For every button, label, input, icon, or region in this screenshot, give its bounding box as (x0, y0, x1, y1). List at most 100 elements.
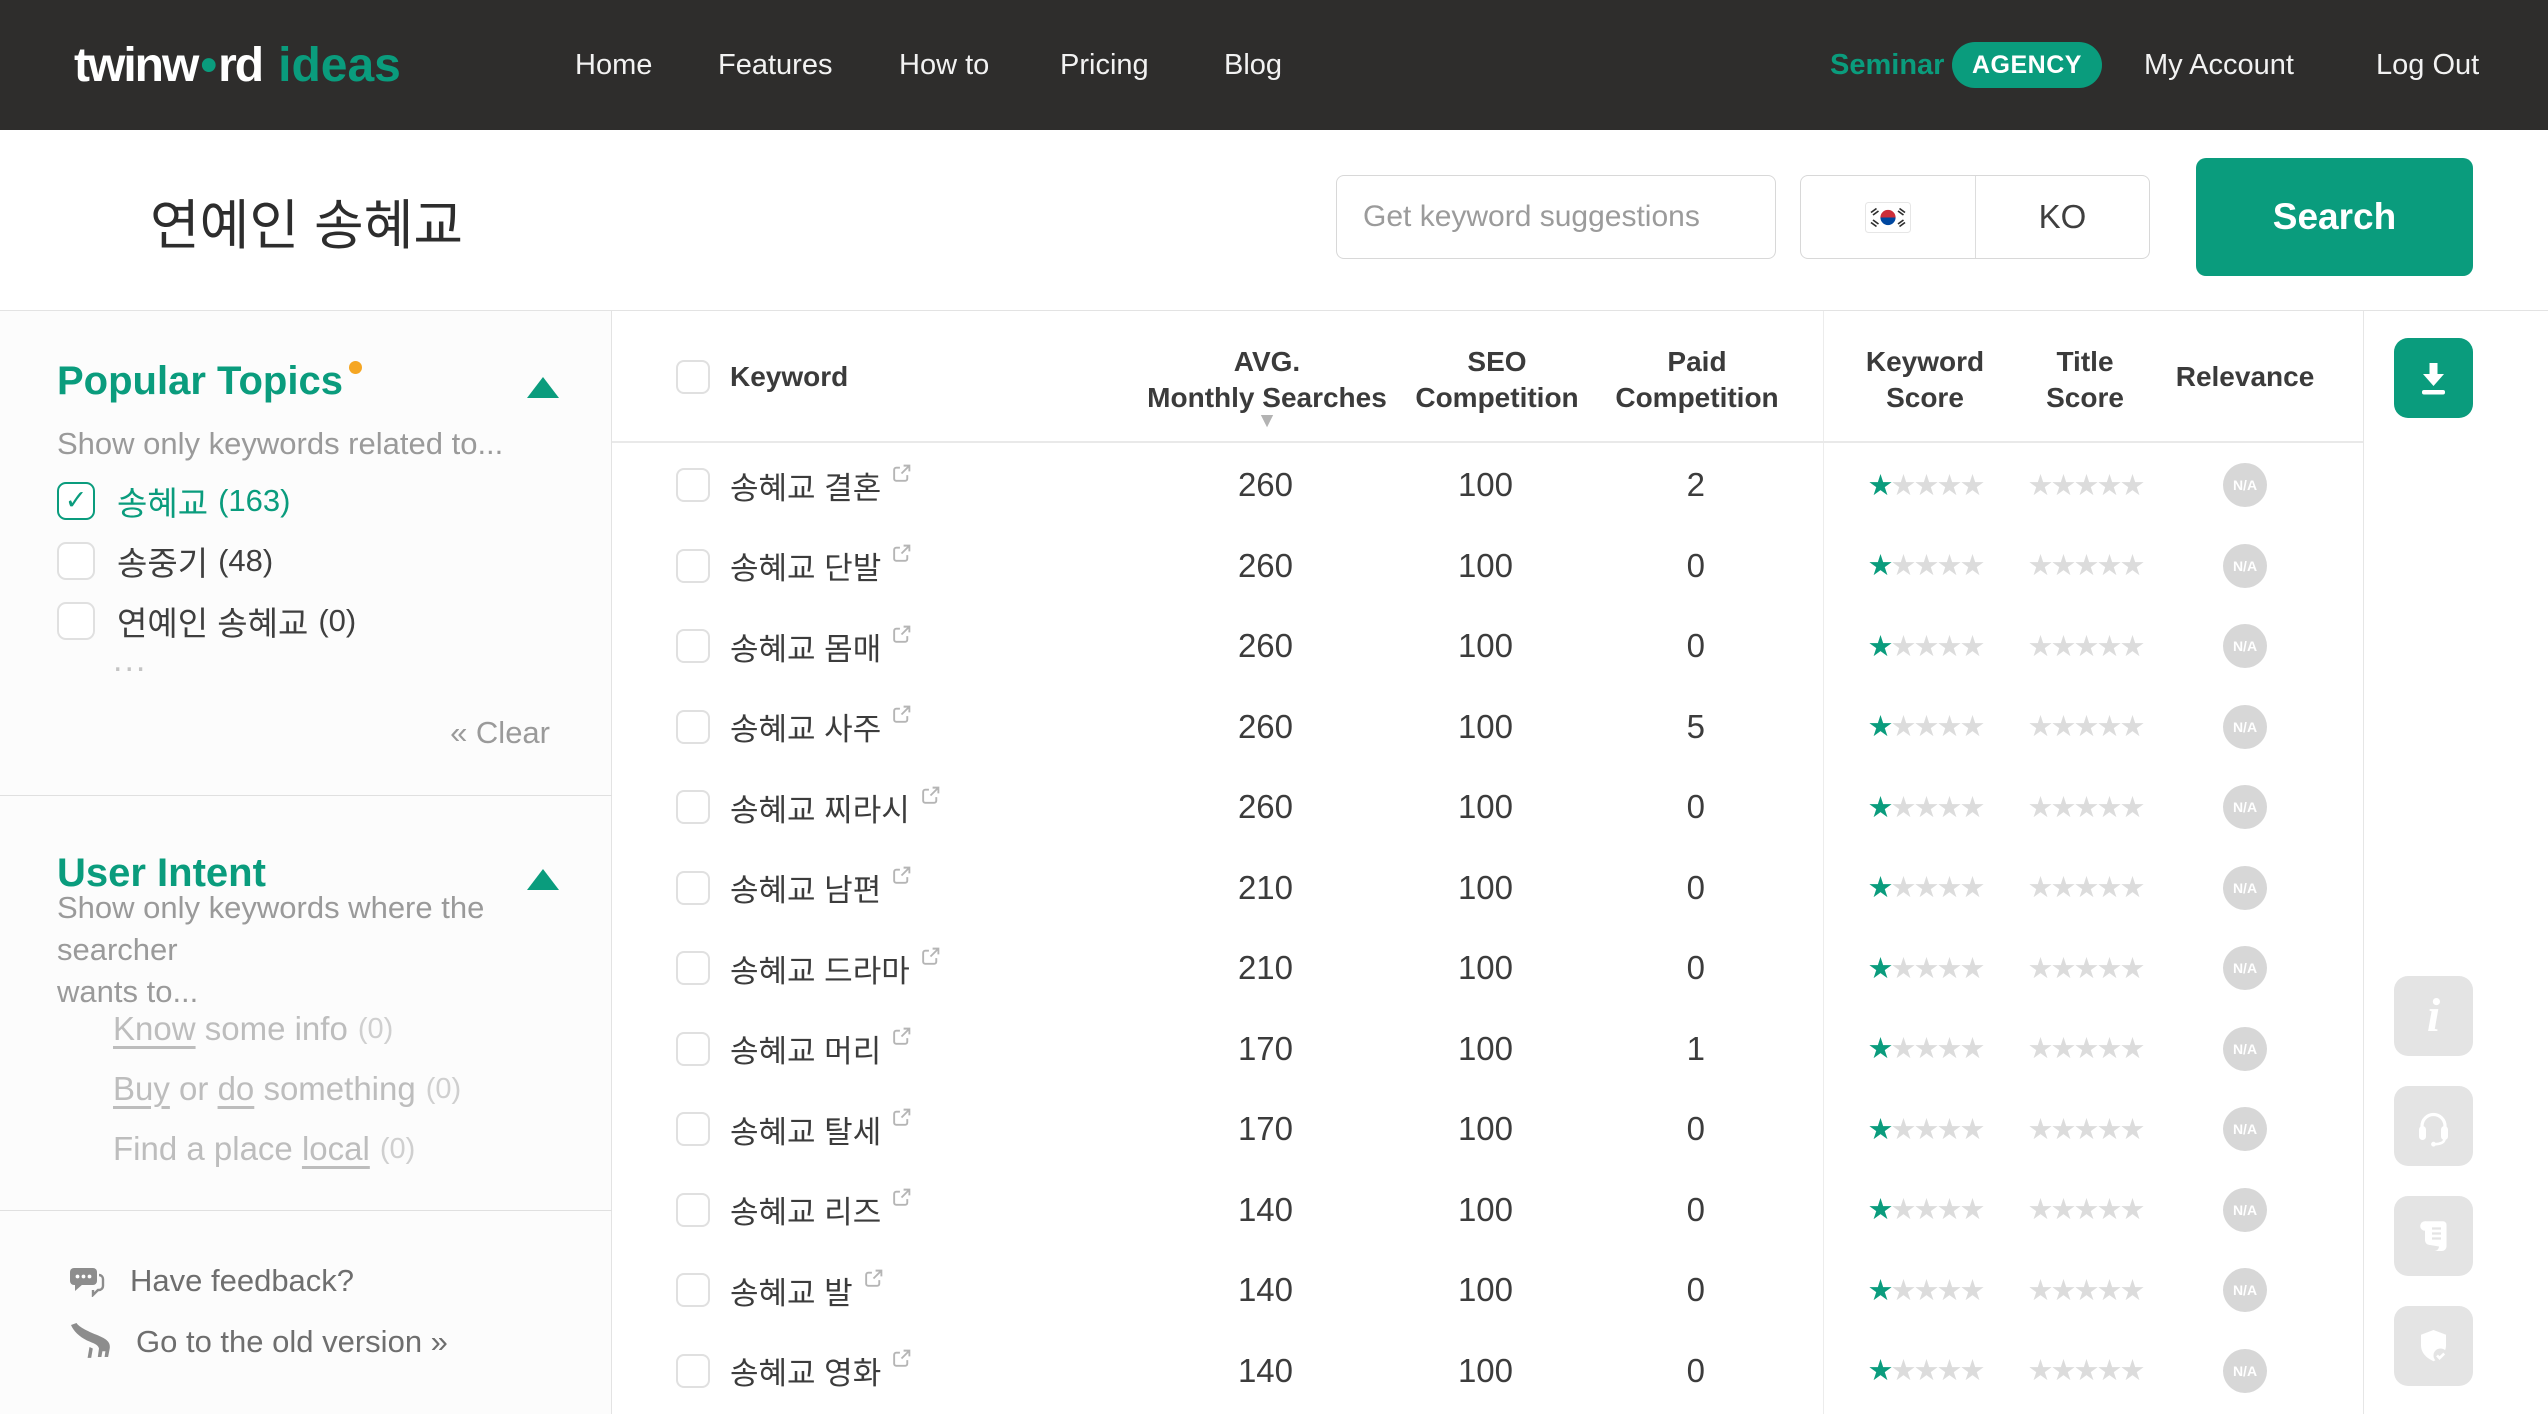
row-checkbox[interactable] (676, 1353, 710, 1388)
keyword-score-stars: ★★★★★ (1867, 630, 1986, 663)
avg-monthly-searches-cell: 260 (1237, 546, 1293, 584)
nav-item-my-account[interactable]: My Account (2144, 0, 2294, 130)
row-checkbox[interactable] (676, 1273, 710, 1308)
nav-item-blog[interactable]: Blog (1224, 0, 1282, 130)
keyword-cell[interactable]: 송혜교 드라마 (730, 946, 910, 991)
topic-filter-item[interactable]: 연예인 송혜교 (0) (57, 591, 356, 651)
table-body: 송혜교 결혼 260 100 2 ★★★★★ ★★★★★ N/A 송혜교 단발 … (612, 445, 2363, 1411)
header-avg-monthly-searches[interactable]: AVG. Monthly Searches (1147, 344, 1387, 416)
header-paid-competition[interactable]: Paid Competition (1615, 344, 1778, 416)
keyword-cell[interactable]: 송혜교 찌라시 (730, 785, 910, 830)
header-relevance[interactable]: Relevance (2176, 311, 2315, 443)
external-link-icon[interactable] (863, 1268, 884, 1289)
header-keyword-score[interactable]: Keyword Score (1866, 344, 1984, 416)
row-checkbox[interactable] (676, 870, 710, 905)
keyword-suggestions-input[interactable] (1336, 175, 1776, 259)
row-checkbox[interactable] (676, 790, 710, 825)
external-link-icon[interactable] (891, 543, 912, 564)
twinword-ideas-logo[interactable]: twinw • rd ideas (74, 0, 401, 130)
more-topics-button[interactable]: ... (113, 641, 147, 680)
clear-topics-link[interactable]: « Clear (450, 715, 550, 751)
keyword-cell[interactable]: 송혜교 사주 (730, 704, 881, 749)
table-row: 송혜교 리즈 140 100 0 ★★★★★ ★★★★★ N/A (612, 1170, 2363, 1251)
keyword-cell[interactable]: 송혜교 결혼 (730, 463, 881, 508)
nav-item-log-out[interactable]: Log Out (2376, 0, 2479, 130)
info-button[interactable]: i (2394, 976, 2473, 1056)
header-seo-competition[interactable]: SEO Competition (1415, 344, 1578, 416)
topic-label: 송혜교 (117, 485, 209, 522)
row-checkbox[interactable] (676, 1192, 710, 1227)
topic-checkbox[interactable] (57, 542, 95, 580)
row-checkbox[interactable] (676, 1031, 710, 1066)
keyword-cell[interactable]: 송혜교 발 (730, 1268, 853, 1313)
topic-filter-item[interactable]: 송혜교 (163) (57, 471, 356, 531)
keyword-cell[interactable]: 송혜교 탈세 (730, 1107, 881, 1152)
user-intent-item[interactable]: Find a place local (0) (113, 1119, 461, 1179)
header-title-score[interactable]: Title Score (2046, 344, 2124, 416)
logo-product: ideas (278, 38, 401, 92)
relevance-na-badge: N/A (2223, 543, 2267, 588)
old-version-link[interactable]: Go to the old version » (68, 1323, 448, 1361)
title-score-stars: ★★★★★ (2027, 791, 2146, 824)
nav-item-pricing[interactable]: Pricing (1060, 0, 1149, 130)
header-keyword[interactable]: Keyword (730, 311, 848, 443)
keyword-cell[interactable]: 송혜교 머리 (730, 1026, 881, 1071)
support-button[interactable] (2394, 1086, 2473, 1166)
avg-monthly-searches-cell: 260 (1237, 788, 1293, 826)
external-link-icon[interactable] (891, 704, 912, 725)
keyword-cell[interactable]: 송혜교 남편 (730, 865, 881, 910)
download-button[interactable] (2394, 338, 2473, 418)
terms-button[interactable] (2394, 1196, 2473, 1276)
external-link-icon[interactable] (920, 785, 941, 806)
search-query[interactable]: 연예인 송혜교 (150, 130, 463, 311)
nav-item-home[interactable]: Home (575, 0, 652, 130)
external-link-icon[interactable] (891, 624, 912, 645)
seo-competition-cell: 100 (1457, 1351, 1513, 1389)
search-bar: 연예인 송혜교 KO Search (0, 130, 2548, 363)
row-checkbox[interactable] (676, 468, 710, 503)
nav-item-seminar[interactable]: Seminar (1830, 0, 1944, 130)
keyword-cell[interactable]: 송혜교 영화 (730, 1348, 881, 1393)
paid-competition-cell: 2 (1686, 466, 1705, 504)
topic-checkbox[interactable] (57, 482, 95, 520)
user-intent-count: (0) (425, 1072, 462, 1105)
agency-badge[interactable]: AGENCY (1952, 42, 2102, 88)
user-intent-item[interactable]: Know some info (0) (113, 999, 461, 1059)
external-link-icon[interactable] (891, 1026, 912, 1047)
search-button[interactable]: Search (2196, 158, 2473, 276)
table-row: 송혜교 남편 210 100 0 ★★★★★ ★★★★★ N/A (612, 848, 2363, 929)
nav-item-features[interactable]: Features (718, 0, 832, 130)
title-score-stars: ★★★★★ (2027, 630, 2146, 663)
nav-item-how-to[interactable]: How to (899, 0, 989, 130)
relevance-na-badge: N/A (2223, 946, 2267, 991)
topic-checkbox[interactable] (57, 602, 95, 640)
privacy-button[interactable] (2394, 1306, 2473, 1386)
select-all-checkbox[interactable] (676, 360, 710, 394)
keyword-cell[interactable]: 송혜교 몸매 (730, 624, 881, 669)
user-intent-label: Find a place local (113, 1130, 370, 1167)
external-link-icon[interactable] (920, 946, 941, 967)
logo-word-start: twinw (74, 38, 199, 92)
row-checkbox[interactable] (676, 1112, 710, 1147)
title-score-stars: ★★★★★ (2027, 1274, 2146, 1307)
external-link-icon[interactable] (891, 865, 912, 886)
external-link-icon[interactable] (891, 463, 912, 484)
keyword-cell[interactable]: 송혜교 리즈 (730, 1187, 881, 1232)
external-link-icon[interactable] (891, 1348, 912, 1369)
collapse-popular-topics-icon[interactable] (527, 377, 559, 398)
external-link-icon[interactable] (891, 1107, 912, 1128)
language-code-dropdown[interactable]: KO (1976, 176, 2149, 258)
have-feedback-link[interactable]: Have feedback? (68, 1263, 354, 1299)
row-checkbox[interactable] (676, 709, 710, 744)
row-checkbox[interactable] (676, 548, 710, 583)
sort-descending-icon[interactable]: ▼ (1257, 409, 1278, 433)
topic-filter-item[interactable]: 송중기 (48) (57, 531, 356, 591)
user-intent-item[interactable]: Buy or do something (0) (113, 1059, 461, 1119)
country-flag-dropdown[interactable] (1801, 176, 1976, 258)
keyword-cell[interactable]: 송혜교 단발 (730, 543, 881, 588)
row-checkbox[interactable] (676, 629, 710, 664)
avg-monthly-searches-cell: 170 (1237, 1029, 1293, 1067)
keyword-score-stars: ★★★★★ (1867, 469, 1986, 502)
external-link-icon[interactable] (891, 1187, 912, 1208)
row-checkbox[interactable] (676, 951, 710, 986)
